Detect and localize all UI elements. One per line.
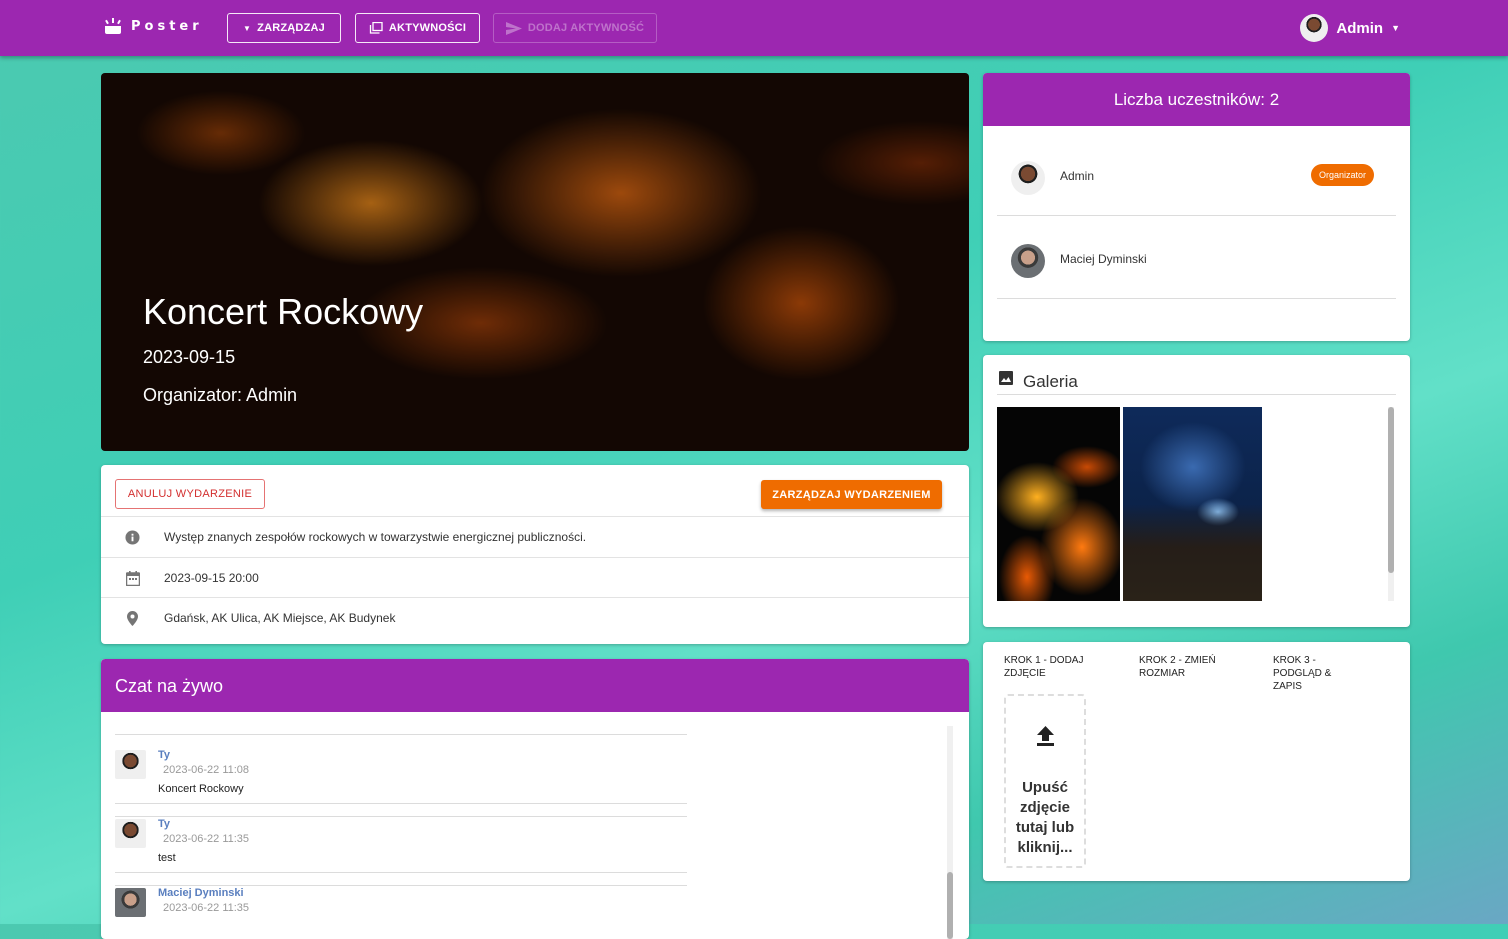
photo-drop-zone[interactable]: Upuść zdjęcie tutaj lub kliknij... — [1004, 694, 1086, 868]
chat-avatar — [115, 888, 146, 917]
caret-down-icon: ▼ — [1391, 23, 1400, 33]
chat-text: Koncert Rockowy — [158, 783, 244, 795]
app-logo[interactable]: Poster — [103, 18, 203, 34]
chat-timestamp: 2023-06-22 11:35 — [163, 902, 250, 914]
chat-divider — [115, 816, 687, 817]
upload-step-2[interactable]: KROK 2 - ZMIEŃ ROZMIAR — [1139, 654, 1234, 680]
user-avatar — [1300, 14, 1329, 42]
chat-message: Ty 2023-06-22 11:35 test — [115, 818, 687, 868]
participants-count: Liczba uczestników: 2 — [1113, 90, 1280, 109]
gallery-scrollbar-thumb[interactable] — [1388, 407, 1394, 573]
calendar-icon — [101, 570, 164, 586]
activities-button[interactable]: AKTYWNOŚCI — [355, 13, 480, 43]
cancel-event-button[interactable]: ANULUJ WYDARZENIE — [115, 479, 265, 509]
event-location-row: Gdańsk, AK Ulica, AK Miejsce, AK Budynek — [101, 597, 969, 638]
logo-text: Poster — [131, 18, 203, 34]
chat-timestamp: 2023-06-22 11:08 — [163, 764, 250, 776]
event-details-card: ANULUJ WYDARZENIE ZARZĄDZAJ WYDARZENIEM … — [101, 465, 969, 644]
chat-avatar — [115, 819, 146, 848]
photo-upload-card: KROK 1 - DODAJ ZDJĘCIE KROK 2 - ZMIEŃ RO… — [983, 642, 1410, 881]
organizer-badge: Organizator — [1310, 164, 1374, 186]
manage-event-button[interactable]: ZARZĄDZAJ WYDARZENIEM — [761, 480, 942, 509]
gallery-scrollbar[interactable] — [1388, 407, 1394, 601]
event-location: Gdańsk, AK Ulica, AK Miejsce, AK Budynek — [164, 611, 396, 625]
event-title: Koncert Rockowy — [143, 291, 424, 332]
participant-name: Maciej Dyminski — [1060, 252, 1147, 266]
send-icon — [505, 21, 522, 35]
top-app-bar: Poster ▼ ZARZĄDZAJ AKTYWNOŚCI DODAJ AKTY… — [0, 0, 1508, 56]
gallery-divider — [997, 394, 1396, 395]
gallery-image-fire[interactable] — [997, 407, 1120, 601]
chat-text: test — [158, 852, 176, 864]
user-menu[interactable]: Admin ▼ — [1300, 14, 1400, 42]
gallery-title: Galeria — [1023, 372, 1078, 391]
participants-header: Liczba uczestników: 2 — [983, 73, 1410, 126]
info-icon — [101, 529, 164, 545]
event-description: Występ znanych zespołów rockowych w towa… — [164, 530, 587, 544]
event-description-row: Występ znanych zespołów rockowych w towa… — [101, 516, 969, 557]
event-organizer: Organizator: Admin — [143, 385, 298, 405]
participant-divider — [997, 215, 1396, 216]
participant-avatar — [1011, 244, 1045, 278]
chat-header: Czat na żywo — [101, 659, 969, 712]
add-activity-label: DODAJ AKTYWNOŚĆ — [527, 22, 645, 34]
chat-title: Czat na żywo — [115, 676, 224, 696]
dropdown-arrow-icon: ▼ — [243, 23, 252, 33]
user-name: Admin — [1336, 19, 1384, 37]
manage-menu-label: ZARZĄDZAJ — [257, 22, 325, 34]
chat-scrollbar[interactable] — [947, 726, 953, 939]
chat-divider — [115, 885, 687, 886]
live-chat-card: Czat na żywo Ty 2023-06-22 11:08 Koncert… — [101, 659, 969, 939]
chat-author: Ty — [158, 818, 171, 830]
upload-icon — [1037, 726, 1054, 746]
participant-divider — [997, 298, 1396, 299]
activities-label: AKTYWNOŚCI — [388, 22, 467, 34]
gallery-image-butterflies[interactable] — [1123, 407, 1262, 601]
participant-item[interactable]: Maciej Dyminski — [997, 228, 1396, 298]
upload-step-3[interactable]: KROK 3 - PODGLĄD & ZAPIS — [1273, 654, 1353, 693]
gallery-card: Galeria — [983, 355, 1410, 627]
chat-divider — [115, 734, 687, 735]
drop-zone-text: Upuść zdjęcie tutaj lub kliknij... — [1015, 779, 1075, 856]
chat-avatar — [115, 750, 146, 779]
image-icon — [999, 371, 1013, 385]
location-pin-icon — [101, 610, 164, 626]
event-datetime-row: 2023-09-15 20:00 — [101, 557, 969, 598]
chat-author: Ty — [158, 749, 171, 761]
chat-divider — [115, 803, 687, 804]
event-hero-banner: Koncert Rockowy 2023-09-15 Organizator: … — [101, 73, 969, 451]
logo-icon — [105, 18, 121, 34]
event-date: 2023-09-15 — [143, 347, 236, 367]
chat-message: Maciej Dyminski 2023-06-22 11:35 — [115, 887, 687, 937]
participant-name: Admin — [1060, 169, 1095, 183]
collections-icon — [369, 22, 383, 34]
participants-card: Liczba uczestników: 2 Admin Organizator … — [983, 73, 1410, 341]
chat-author: Maciej Dyminski — [158, 887, 244, 899]
event-datetime: 2023-09-15 20:00 — [164, 571, 259, 585]
chat-message: Ty 2023-06-22 11:08 Koncert Rockowy — [115, 749, 687, 799]
chat-timestamp: 2023-06-22 11:35 — [163, 833, 250, 845]
chat-scrollbar-thumb[interactable] — [947, 872, 953, 939]
chat-divider — [115, 872, 687, 873]
add-activity-button[interactable]: DODAJ AKTYWNOŚĆ — [493, 13, 657, 43]
manage-menu-button[interactable]: ▼ ZARZĄDZAJ — [227, 13, 341, 43]
participant-avatar — [1011, 161, 1045, 195]
upload-step-1[interactable]: KROK 1 - DODAJ ZDJĘCIE — [1004, 654, 1099, 680]
